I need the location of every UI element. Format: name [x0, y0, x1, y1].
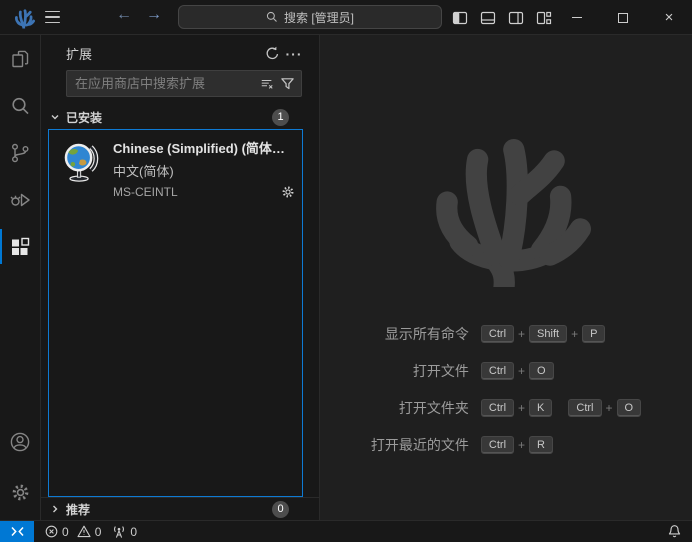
extension-publisher: MS-CEINTL	[113, 185, 178, 199]
key: O	[617, 399, 642, 417]
coral-watermark-logo	[421, 113, 591, 291]
run-debug-icon[interactable]	[0, 176, 40, 223]
shortcut-label: 打开文件	[413, 361, 469, 381]
app-window: ← → 搜索 [管理员] ×	[0, 0, 692, 542]
back-arrow-icon[interactable]: ←	[112, 6, 136, 24]
plus-sign: +	[518, 438, 525, 452]
account-icon[interactable]	[0, 418, 40, 465]
broadcast-ports-icon	[112, 525, 126, 539]
toggle-panel-icon[interactable]	[479, 9, 496, 26]
key: K	[529, 399, 552, 417]
explorer-files-icon[interactable]	[0, 35, 40, 82]
extension-description: 中文(简体)	[113, 161, 296, 180]
ports-count: 0	[130, 525, 137, 539]
problems-status[interactable]: 0 0	[45, 525, 101, 539]
ports-status[interactable]: 0	[112, 525, 137, 539]
recommended-label: 推荐	[66, 501, 272, 518]
chevron-down-icon	[50, 112, 62, 122]
main-area: 扩展 ···	[0, 35, 692, 520]
shortcut-keys: Ctrl + Shift + P	[481, 325, 641, 343]
warning-count: 0	[95, 525, 102, 539]
extensions-sidebar: 扩展 ···	[41, 35, 320, 520]
editor-area: 显示所有命令 Ctrl + Shift + P 打开文件 Ctrl +	[320, 35, 692, 520]
remote-indicator[interactable]	[0, 521, 34, 542]
search-icon	[266, 11, 278, 23]
source-control-icon[interactable]	[0, 129, 40, 176]
customize-layout-icon[interactable]	[535, 9, 552, 26]
notifications-bell[interactable]	[667, 524, 682, 539]
plus-sign: +	[518, 401, 525, 415]
key: Shift	[529, 325, 567, 343]
extension-search-input[interactable]	[75, 76, 257, 91]
key: Ctrl	[481, 362, 514, 380]
search-label: 搜索 [管理员]	[284, 9, 354, 26]
key: R	[529, 436, 553, 454]
plus-sign: +	[518, 364, 525, 378]
key: O	[529, 362, 554, 380]
plus-sign: +	[518, 327, 525, 341]
key: Ctrl	[481, 399, 514, 417]
extension-list-item[interactable]: Chinese (Simplified) (简体… 中文(简体) MS-CEIN…	[49, 130, 302, 208]
installed-label: 已安装	[66, 109, 272, 126]
app-logo-coral-icon	[13, 6, 35, 29]
activity-bar	[0, 35, 41, 520]
menu-hamburger-icon[interactable]	[45, 11, 60, 23]
extension-search-box	[66, 70, 302, 97]
key: Ctrl	[481, 325, 514, 343]
shortcut-keys: Ctrl + K Ctrl + O	[481, 399, 641, 417]
layout-controls	[451, 0, 552, 35]
command-center-search[interactable]: 搜索 [管理员]	[178, 5, 442, 29]
installed-count-badge: 1	[272, 109, 289, 126]
recommended-count-badge: 0	[272, 501, 289, 518]
extension-text: Chinese (Simplified) (简体… 中文(简体) MS-CEIN…	[113, 138, 296, 200]
activity-bar-spacer	[0, 270, 40, 418]
chinese-language-pack-globe-icon	[59, 138, 101, 182]
key: P	[582, 325, 605, 343]
installed-extensions-list: Chinese (Simplified) (简体… 中文(简体) MS-CEIN…	[48, 129, 303, 497]
toggle-primary-sidebar-icon[interactable]	[451, 9, 468, 26]
refresh-icon[interactable]	[261, 44, 283, 64]
more-actions-icon[interactable]: ···	[283, 44, 305, 64]
shortcut-keys: Ctrl + R	[481, 436, 641, 454]
window-controls: ×	[554, 0, 692, 35]
status-bar: 0 0 0	[0, 520, 692, 542]
minimize-button[interactable]	[554, 0, 600, 35]
chevron-right-icon	[50, 504, 62, 514]
titlebar: ← → 搜索 [管理员] ×	[0, 0, 692, 35]
maximize-button[interactable]	[600, 0, 646, 35]
bell-icon	[667, 524, 682, 539]
warning-icon	[77, 525, 91, 538]
section-recommended[interactable]: 推荐 0	[41, 497, 319, 520]
key: Ctrl	[568, 399, 601, 417]
shortcut-label: 打开文件夹	[399, 398, 469, 418]
section-installed[interactable]: 已安装 1	[41, 105, 319, 129]
shortcut-keys: Ctrl + O	[481, 362, 641, 380]
shortcut-label: 显示所有命令	[385, 324, 469, 344]
filter-icon[interactable]	[277, 74, 297, 94]
keyboard-shortcuts-watermark: 显示所有命令 Ctrl + Shift + P 打开文件 Ctrl +	[371, 324, 641, 455]
clear-search-results-icon[interactable]	[257, 74, 277, 94]
key: Ctrl	[481, 436, 514, 454]
extension-search-row	[41, 68, 319, 105]
sidebar-title: 扩展	[66, 44, 261, 63]
error-count: 0	[62, 525, 69, 539]
plus-sign: +	[571, 327, 578, 341]
shortcut-label: 打开最近的文件	[371, 435, 469, 455]
search-icon[interactable]	[0, 82, 40, 129]
plus-sign: +	[606, 401, 613, 415]
extension-name: Chinese (Simplified) (简体…	[113, 138, 296, 157]
sidebar-title-row: 扩展 ···	[41, 35, 319, 68]
extensions-icon[interactable]	[0, 223, 40, 270]
toggle-secondary-sidebar-icon[interactable]	[507, 9, 524, 26]
forward-arrow-icon[interactable]: →	[142, 6, 166, 24]
manage-extension-gear-icon[interactable]	[280, 184, 296, 200]
error-icon	[45, 525, 58, 538]
close-button[interactable]: ×	[646, 0, 692, 35]
settings-gear-icon[interactable]	[0, 469, 40, 516]
